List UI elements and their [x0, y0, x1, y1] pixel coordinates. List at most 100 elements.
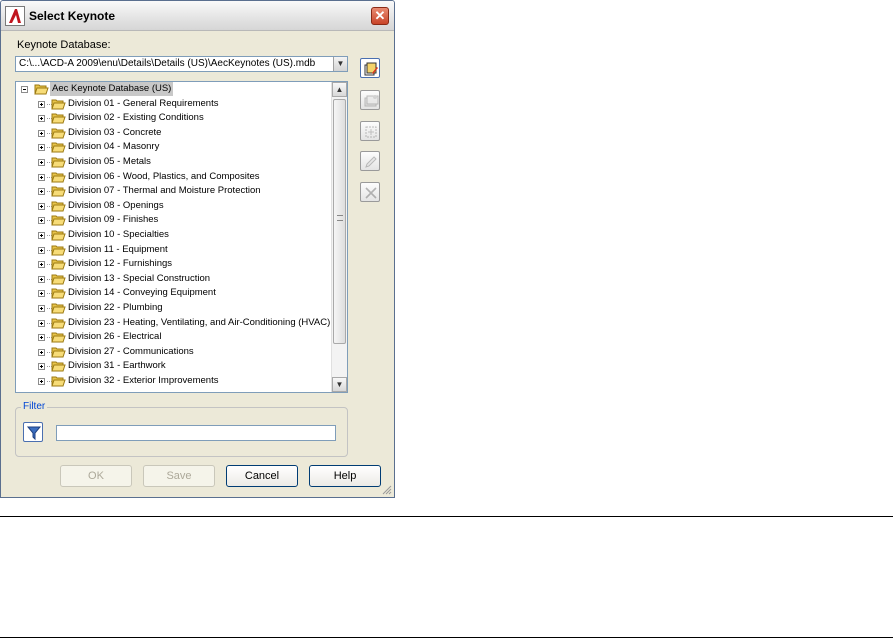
- add-keynote-icon: [365, 126, 377, 138]
- add-group-button[interactable]: [360, 90, 380, 110]
- tree-item[interactable]: Division 05 - Metals: [16, 155, 331, 170]
- title-bar[interactable]: Select Keynote ✕: [1, 1, 394, 31]
- tree-item[interactable]: Division 08 - Openings: [16, 199, 331, 214]
- autocad-app-icon: [5, 6, 25, 26]
- expand-icon[interactable]: [38, 304, 45, 312]
- tree-item-label: Division 08 - Openings: [68, 199, 164, 211]
- tree-item[interactable]: Division 23 - Heating, Ventilating, and …: [16, 316, 331, 331]
- tree-item-label: Division 04 - Masonry: [68, 141, 160, 153]
- expand-icon[interactable]: [38, 261, 45, 269]
- browse-database-button[interactable]: [360, 58, 380, 78]
- tree-item[interactable]: Division 01 - General Requirements: [16, 97, 331, 112]
- expand-icon[interactable]: [38, 334, 45, 342]
- browse-database-icon: [364, 62, 378, 76]
- scroll-thumb[interactable]: [333, 99, 346, 344]
- tree-item-label: Division 31 - Earthwork: [68, 360, 166, 372]
- filter-legend: Filter: [21, 401, 48, 412]
- keynote-database-label: Keynote Database:: [17, 39, 111, 51]
- scroll-up-button[interactable]: ▲: [332, 82, 347, 97]
- tree-item-label: Division 02 - Existing Conditions: [68, 112, 204, 124]
- expand-icon[interactable]: [38, 363, 45, 371]
- expand-icon[interactable]: [38, 115, 45, 123]
- tree-item[interactable]: Division 06 - Wood, Plastics, and Compos…: [16, 170, 331, 185]
- tree-item[interactable]: Division 12 - Furnishings: [16, 257, 331, 272]
- tree-item-label: Division 22 - Plumbing: [68, 301, 163, 313]
- tree-item-label: Division 07 - Thermal and Moisture Prote…: [68, 185, 261, 197]
- expand-icon[interactable]: [38, 217, 45, 225]
- keynote-tree[interactable]: Aec Keynote Database (US) Division 01 - …: [15, 81, 348, 393]
- expand-icon[interactable]: [38, 290, 45, 298]
- filter-group: Filter: [15, 401, 348, 457]
- tree-item-label: Division 14 - Conveying Equipment: [68, 287, 216, 299]
- divider-line-bottom: [0, 637, 893, 638]
- expand-icon[interactable]: [38, 100, 45, 108]
- cancel-button[interactable]: Cancel: [226, 465, 298, 487]
- tree-item-label: Division 01 - General Requirements: [68, 97, 219, 109]
- expand-icon[interactable]: [38, 158, 45, 166]
- select-keynote-dialog: Select Keynote ✕ Keynote Database: C:\..…: [0, 0, 395, 498]
- tree-item[interactable]: Division 09 - Finishes: [16, 213, 331, 228]
- funnel-filter-icon: [26, 426, 42, 441]
- expand-icon[interactable]: [38, 348, 45, 356]
- tree-item-label: Division 11 - Equipment: [68, 243, 168, 255]
- expand-icon[interactable]: [38, 188, 45, 196]
- tree-item-label: Division 05 - Metals: [68, 155, 151, 167]
- tree-item-label: Division 06 - Wood, Plastics, and Compos…: [68, 170, 260, 182]
- tree-item-label: Division 09 - Finishes: [68, 214, 159, 226]
- expand-icon[interactable]: [38, 144, 45, 152]
- keynote-database-value: C:\...\ACD-A 2009\enu\Details\Details (U…: [19, 58, 316, 69]
- divider-line-top: [0, 516, 893, 517]
- expand-icon[interactable]: [38, 202, 45, 210]
- edit-keynote-icon: [365, 156, 377, 168]
- resize-grip-icon[interactable]: [382, 485, 392, 495]
- close-button[interactable]: ✕: [371, 7, 389, 25]
- tree-item-label: Division 12 - Furnishings: [68, 258, 173, 270]
- expand-icon[interactable]: [38, 173, 45, 181]
- scroll-grip-icon: [337, 215, 343, 221]
- expand-icon[interactable]: [38, 129, 45, 137]
- scroll-down-button[interactable]: ▼: [332, 377, 347, 392]
- filter-button[interactable]: [23, 422, 43, 442]
- tree-item-label: Division 32 - Exterior Improvements: [68, 374, 219, 386]
- tree-item[interactable]: Division 32 - Exterior Improvements: [16, 374, 331, 389]
- expand-icon[interactable]: [38, 246, 45, 254]
- tree-item[interactable]: Division 07 - Thermal and Moisture Prote…: [16, 184, 331, 199]
- expand-icon[interactable]: [38, 377, 45, 385]
- keynote-database-combo[interactable]: C:\...\ACD-A 2009\enu\Details\Details (U…: [15, 56, 348, 72]
- expand-icon[interactable]: [38, 275, 45, 283]
- tree-item[interactable]: Division 03 - Concrete: [16, 126, 331, 141]
- tree-item[interactable]: Division 04 - Masonry: [16, 140, 331, 155]
- tree-item-label: Division 03 - Concrete: [68, 126, 162, 138]
- save-button[interactable]: Save: [143, 465, 215, 487]
- add-keynote-button[interactable]: [360, 121, 380, 141]
- tree-vertical-scrollbar[interactable]: ▲ ▼: [331, 82, 347, 392]
- tree-item-label: Division 26 - Electrical: [68, 331, 162, 343]
- tree-root-item[interactable]: Aec Keynote Database (US): [16, 82, 331, 97]
- tree-item[interactable]: Division 10 - Specialties: [16, 228, 331, 243]
- expand-icon[interactable]: [38, 319, 45, 327]
- tree-item-label: Division 13 - Special Construction: [68, 272, 211, 284]
- tree-item[interactable]: Division 27 - Communications: [16, 345, 331, 360]
- delete-button[interactable]: [360, 182, 380, 202]
- chevron-down-icon[interactable]: ▼: [333, 57, 347, 71]
- folder-icon: [51, 375, 66, 392]
- delete-icon: [365, 187, 377, 199]
- dialog-title: Select Keynote: [29, 9, 116, 23]
- help-button[interactable]: Help: [309, 465, 381, 487]
- tree-root-label: Aec Keynote Database (US): [50, 82, 174, 96]
- tree-item[interactable]: Division 22 - Plumbing: [16, 301, 331, 316]
- tree-item[interactable]: Division 13 - Special Construction: [16, 272, 331, 287]
- tree-rows: Aec Keynote Database (US) Division 01 - …: [16, 82, 331, 392]
- tree-item-label: Division 23 - Heating, Ventilating, and …: [68, 316, 331, 328]
- tree-item-label: Division 27 - Communications: [68, 345, 194, 357]
- filter-input[interactable]: [56, 425, 336, 441]
- ok-button[interactable]: OK: [60, 465, 132, 487]
- tree-item[interactable]: Division 02 - Existing Conditions: [16, 111, 331, 126]
- expand-icon[interactable]: [38, 231, 45, 239]
- tree-item[interactable]: Division 31 - Earthwork: [16, 359, 331, 374]
- tree-item[interactable]: Division 26 - Electrical: [16, 330, 331, 345]
- tree-item[interactable]: Division 11 - Equipment: [16, 243, 331, 258]
- tree-item[interactable]: Division 14 - Conveying Equipment: [16, 286, 331, 301]
- collapse-icon[interactable]: [21, 86, 28, 93]
- edit-keynote-button[interactable]: [360, 151, 380, 171]
